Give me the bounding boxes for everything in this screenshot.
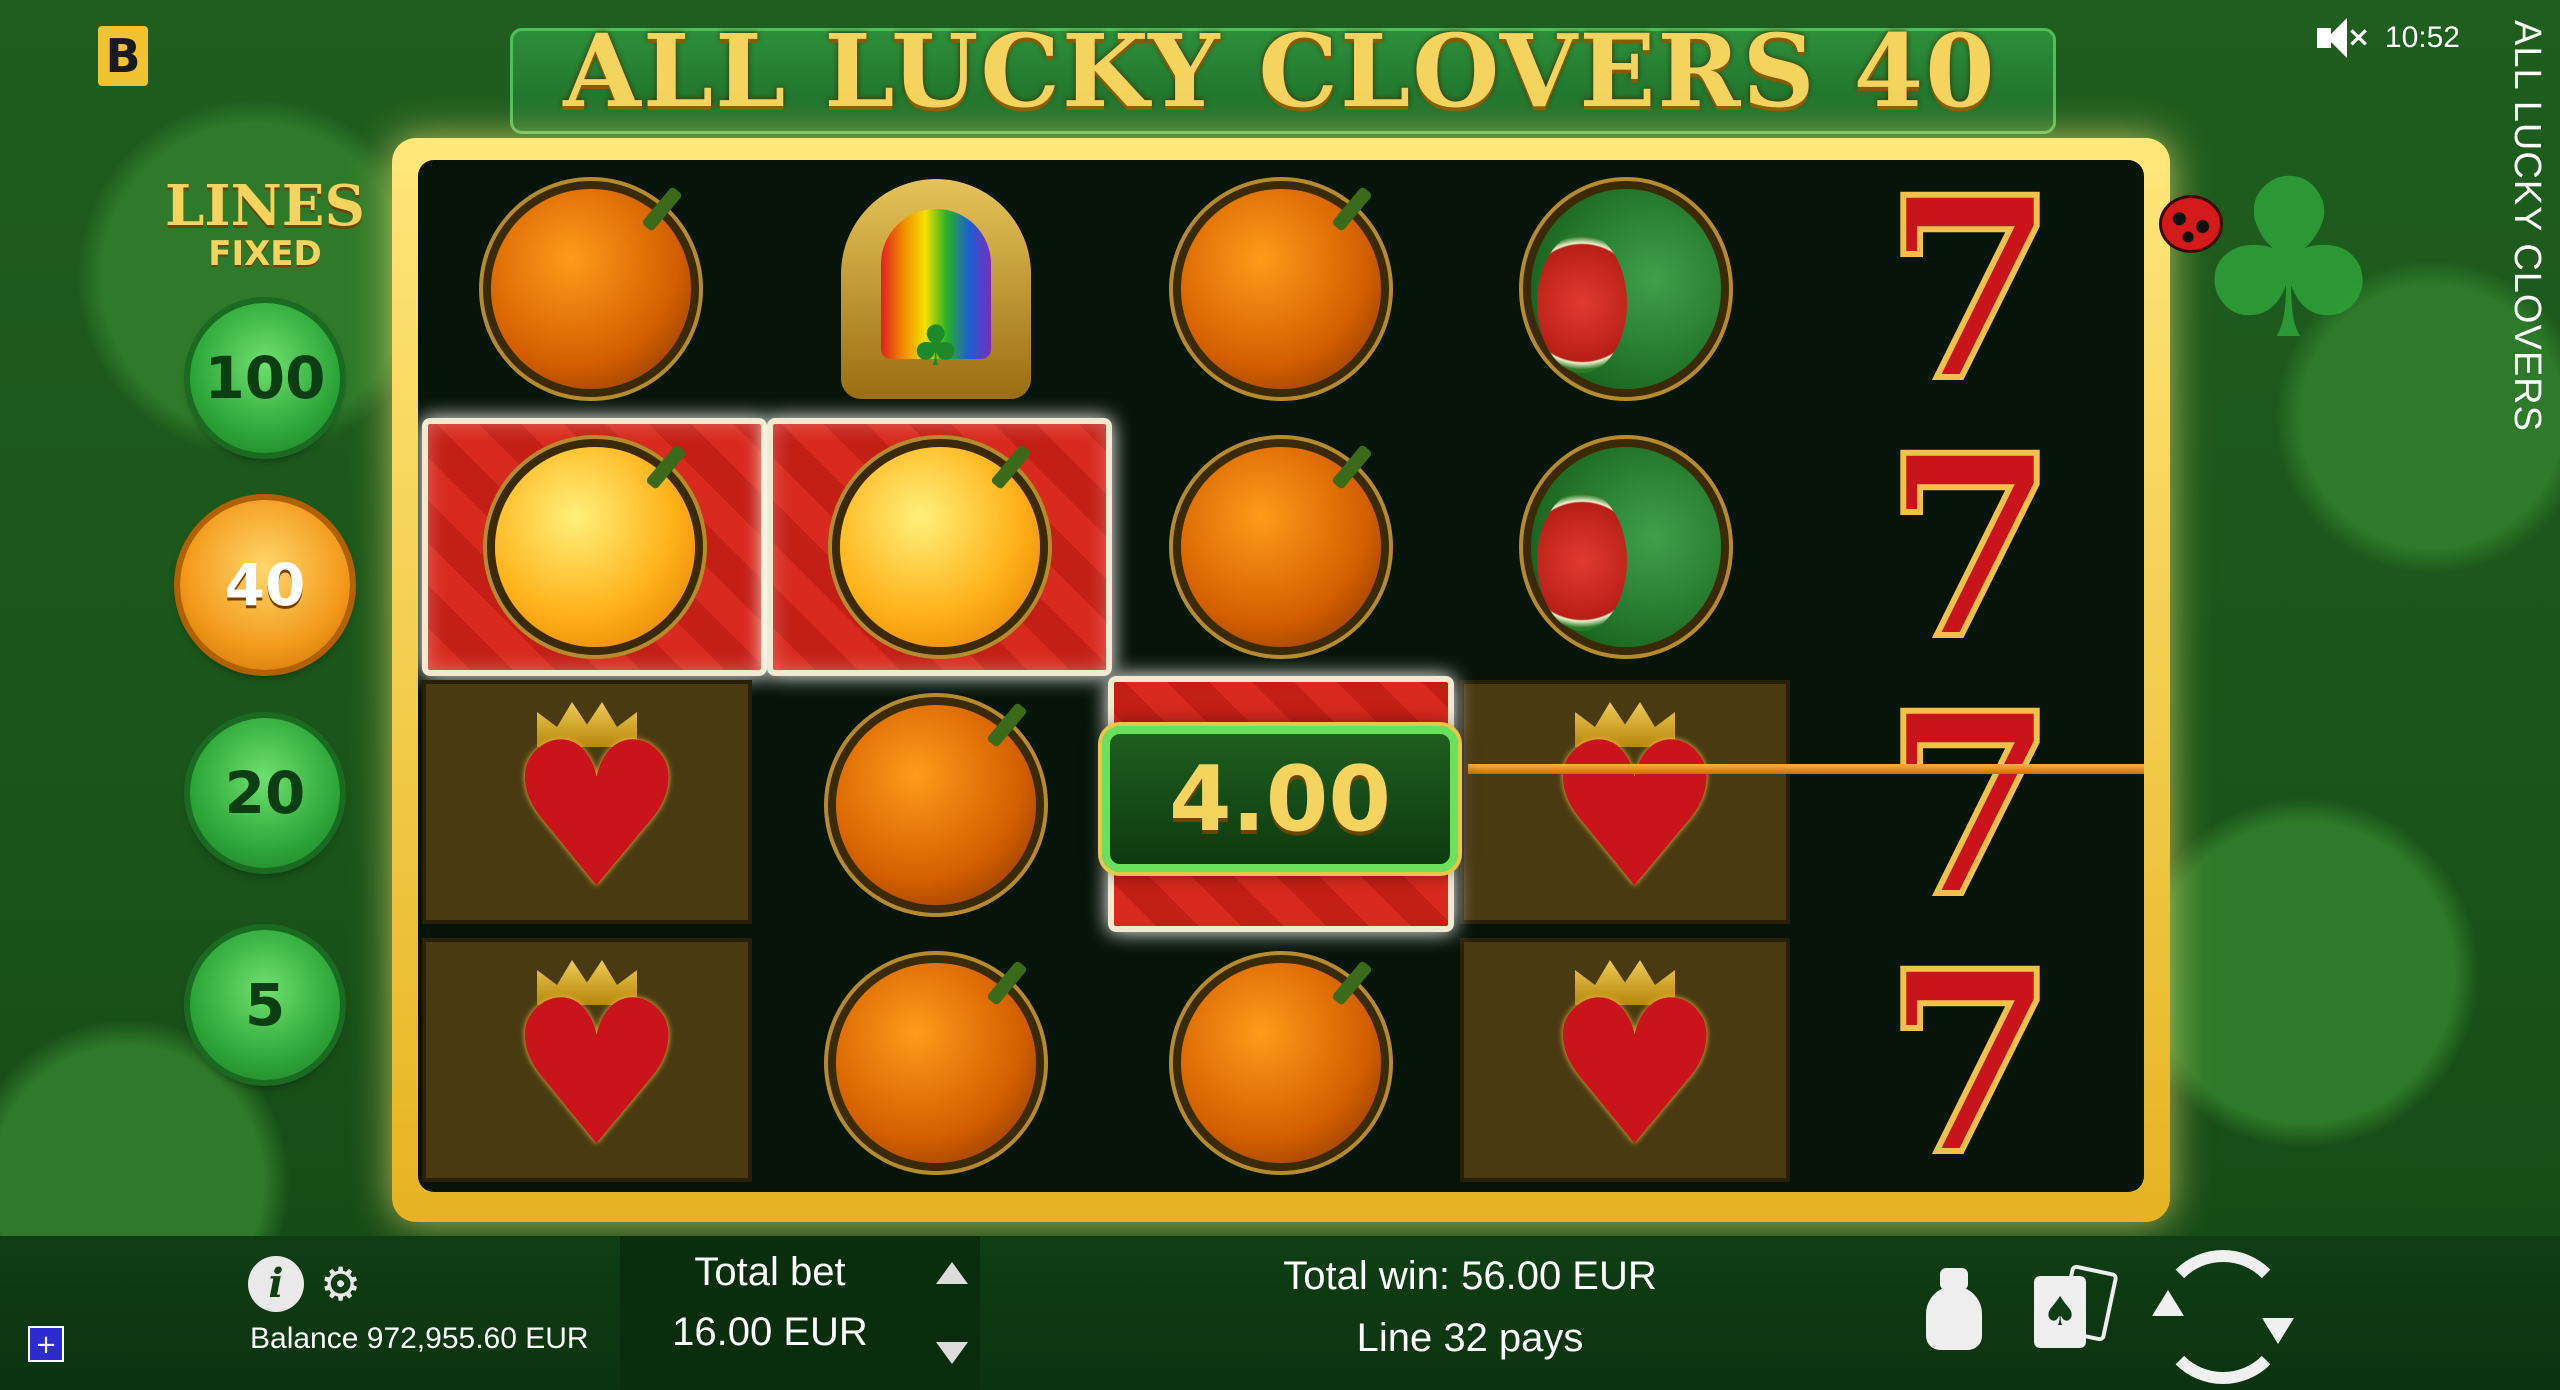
money-bag-icon[interactable] [1918, 1264, 1990, 1354]
reel-cell-watermelon [1453, 160, 1798, 418]
reel-cell-heart: ♥ [1460, 938, 1790, 1182]
orange-symbol [494, 444, 695, 647]
total-win-text: Total win: 56.00 EUR [1283, 1254, 1657, 1298]
reel-cell-orange [418, 160, 763, 418]
gear-icon[interactable]: ⚙ [320, 1256, 361, 1312]
bet-increase-icon[interactable] [936, 1262, 968, 1284]
watermelon-symbol [1530, 447, 1721, 647]
seven-symbol: 7 [1881, 916, 2061, 1192]
orange-symbol [1180, 960, 1381, 1163]
reel-cell-seven: 7 [1798, 160, 2143, 418]
clover-decoration-icon: ♣ [2190, 132, 2388, 388]
ladybug-icon [2162, 198, 2220, 250]
lines-option-5[interactable]: 5 [190, 930, 340, 1080]
reel-cell-seven: 7 [1798, 934, 2143, 1192]
reel-cell-orange [763, 934, 1108, 1192]
playing-cards-icon[interactable]: ♠ [2034, 1263, 2119, 1354]
orange-symbol [835, 702, 1036, 905]
total-bet-label: Total bet [694, 1250, 846, 1294]
win-amount-box: 4.00 [1102, 726, 1458, 872]
info-icon[interactable]: i [248, 1256, 304, 1312]
crowned-heart-symbol: ♥ [1535, 697, 1724, 917]
reel-cell-orange-win [767, 418, 1112, 676]
orange-symbol [1180, 444, 1381, 647]
lines-option-20[interactable]: 20 [190, 718, 340, 868]
spin-button[interactable] [2156, 1250, 2290, 1384]
reel-cell-orange [1108, 160, 1453, 418]
reel-cell-seven: 7 [1798, 676, 2143, 934]
clock: 10:52 [2384, 21, 2460, 54]
seven-symbol: 7 [1881, 400, 2061, 694]
reel-cell-heart: ♥ [422, 938, 752, 1182]
win-amount: 4.00 [1168, 746, 1392, 852]
reel-cell-orange [1108, 934, 1453, 1192]
reel-cell-watermelon [1453, 418, 1798, 676]
orange-symbol [490, 186, 691, 389]
game-title: ALL LUCKY CLOVERS 40 [563, 12, 1997, 130]
lines-panel: LINES FIXED [160, 178, 370, 274]
seven-symbol: 7 [1881, 658, 2061, 952]
balance-text: Balance 972,955.60 EUR [250, 1322, 589, 1355]
bet-decrease-icon[interactable] [936, 1342, 968, 1364]
side-game-title: ALL LUCKY CLOVERS [2506, 20, 2548, 432]
crowned-heart-symbol: ♥ [497, 697, 686, 917]
add-funds-icon[interactable]: + [28, 1326, 64, 1362]
spin-arrow-icon [2152, 1290, 2184, 1316]
lines-option-100[interactable]: 100 [190, 303, 340, 453]
seven-symbol: 7 [1881, 160, 2061, 436]
total-bet-value: 16.00 EUR [672, 1310, 868, 1354]
orange-symbol [839, 444, 1040, 647]
orange-symbol [1180, 186, 1381, 389]
reel-cell-orange [1108, 418, 1453, 676]
reel-cell-seven: 7 [1798, 418, 2143, 676]
spin-arrow-icon [2262, 1318, 2294, 1344]
line-pays-text: Line 32 pays [1356, 1316, 1584, 1360]
reel-cell-horseshoe: ♣ [763, 160, 1108, 418]
lines-label: LINES [165, 173, 365, 239]
mute-icon[interactable]: × [2316, 18, 2370, 58]
lines-fixed-label: FIXED [208, 234, 322, 274]
reel-cell-heart: ♥ [422, 680, 752, 924]
crowned-heart-symbol: ♥ [497, 955, 686, 1175]
crowned-heart-symbol: ♥ [1535, 955, 1724, 1175]
reel-cell-heart: ♥ [1460, 680, 1790, 924]
reel-cell-orange [763, 676, 1108, 934]
status-bar: × 10:52 [2316, 18, 2460, 58]
horseshoe-symbol: ♣ [840, 179, 1031, 399]
win-payline [1468, 764, 2144, 774]
lines-option-40[interactable]: 40 [180, 500, 350, 670]
reel-cell-orange-win [422, 418, 767, 676]
brand-logo: B [98, 26, 148, 86]
orange-symbol [835, 960, 1036, 1163]
watermelon-symbol [1530, 189, 1721, 389]
